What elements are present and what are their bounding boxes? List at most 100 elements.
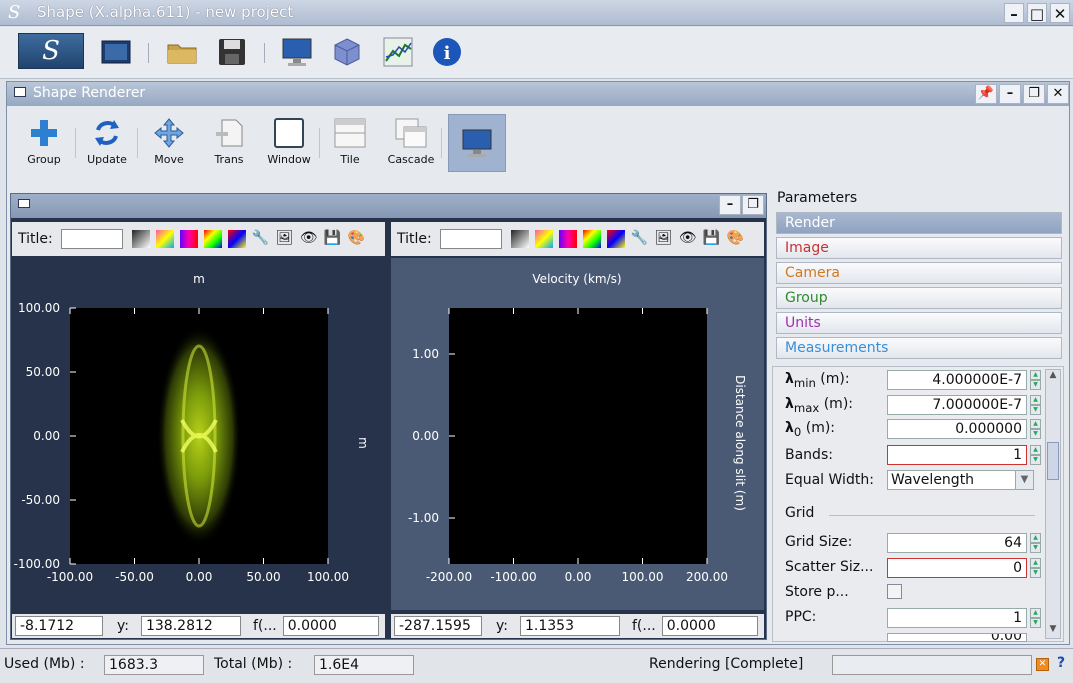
lambda-0-spinner[interactable]: ▲ ▼	[1030, 419, 1041, 439]
left-title-input[interactable]	[60, 229, 123, 249]
bands-spinner[interactable]: ▲ ▼	[1030, 445, 1041, 465]
store-checkbox[interactable]	[887, 584, 902, 599]
renderer-icon[interactable]	[99, 35, 133, 69]
partial-field[interactable]: 0.00	[887, 633, 1027, 642]
save-icon[interactable]: 💾	[703, 230, 721, 248]
paint-palette-icon[interactable]: 🎨	[348, 230, 366, 248]
window-button[interactable]: Window	[264, 116, 314, 166]
save-icon[interactable]	[215, 35, 249, 69]
lambda-max-field[interactable]: 7.000000E-7	[887, 395, 1027, 415]
pin-button[interactable]: 📌	[975, 84, 997, 104]
section-group[interactable]: Group	[776, 287, 1062, 309]
lambda-0-field[interactable]: 0.000000	[887, 419, 1027, 439]
renderer-restore-button[interactable]: ❐	[1023, 84, 1045, 104]
save-icon[interactable]: 💾	[324, 230, 342, 248]
rainbow-palette-icon[interactable]	[203, 230, 222, 248]
trans-button[interactable]: Trans	[204, 116, 254, 166]
move-button[interactable]: Move	[144, 116, 194, 166]
spectrum-palette-icon[interactable]	[227, 230, 246, 248]
scroll-down-icon[interactable]: ▼	[1046, 624, 1060, 638]
params-scrollbar[interactable]: ▲ ▼	[1045, 369, 1061, 639]
wrench-icon[interactable]: 🔧	[631, 230, 649, 248]
section-camera[interactable]: Camera	[776, 262, 1062, 284]
parameters-panel: Parameters λmin (m): 4.000000E-7 ▲ ▼ λmax…	[772, 190, 1068, 642]
help-icon[interactable]: ?	[1057, 655, 1065, 671]
grayscale-palette-icon[interactable]	[131, 230, 150, 248]
view-minimize-button[interactable]: –	[719, 195, 741, 215]
right-title-input[interactable]	[439, 229, 502, 249]
update-label: Update	[87, 153, 127, 166]
lambda-max-spinner[interactable]: ▲ ▼	[1030, 395, 1041, 415]
main-toolbar: S i	[0, 27, 1073, 79]
paint-palette-icon[interactable]: 🎨	[727, 230, 745, 248]
magenta-palette-icon[interactable]	[179, 230, 198, 248]
close-button[interactable]: ✕	[1050, 3, 1070, 23]
monitor-icon[interactable]	[280, 35, 314, 69]
spectrum-palette-icon[interactable]	[606, 230, 625, 248]
bands-field[interactable]: 1	[887, 445, 1027, 465]
rainbow-palette-icon[interactable]	[582, 230, 601, 248]
magenta-palette-icon[interactable]	[558, 230, 577, 248]
renderer-close-button[interactable]: ✕	[1047, 84, 1069, 104]
left-plot[interactable]: m -100.00 -50.00 0.00 50.00 100.00 100.00 50.…	[12, 258, 385, 610]
eye-icon[interactable]: 👁	[300, 230, 318, 248]
left-y-label: y:	[117, 618, 129, 634]
window-title: Shape (X.alpha.611) - new project	[37, 3, 294, 21]
section-measurements[interactable]: Measurements	[776, 337, 1062, 359]
x-tick-label: 100.00	[307, 570, 349, 584]
ppc-label: PPC:	[785, 609, 817, 625]
tile-button[interactable]: Tile	[325, 116, 375, 166]
view-restore-button[interactable]: ❐	[742, 195, 764, 215]
section-units[interactable]: Units	[776, 312, 1062, 334]
renderer-minimize-button[interactable]: –	[999, 84, 1021, 104]
chevron-down-icon: ▼	[1015, 471, 1033, 489]
image-icon[interactable]: 🖼	[655, 230, 673, 248]
cube-icon[interactable]	[330, 35, 364, 69]
left-panel-toolbar: Title: 🔧 🖼 👁 💾 🎨	[12, 222, 385, 256]
store-label: Store p...	[785, 584, 849, 600]
scatter-size-spinner[interactable]: ▲ ▼	[1030, 558, 1041, 578]
toolbar-separator	[148, 43, 149, 63]
right-y-label: y:	[496, 618, 508, 634]
cascade-button[interactable]: Cascade	[386, 116, 436, 166]
scroll-thumb[interactable]	[1047, 442, 1059, 480]
wrench-icon[interactable]: 🔧	[252, 230, 270, 248]
lambda-max-label: λmax (m):	[785, 396, 853, 415]
info-icon[interactable]: i	[430, 35, 464, 69]
pastel-palette-icon[interactable]	[155, 230, 174, 248]
status-bar: Used (Mb) : 1683.3 Total (Mb) : 1.6E4 Re…	[0, 648, 1073, 683]
display-toggle-button[interactable]	[448, 114, 506, 172]
shape-logo-icon[interactable]: S	[18, 33, 84, 69]
minimize-button[interactable]: –	[1004, 3, 1024, 23]
ppc-spinner[interactable]: ▲ ▼	[1030, 608, 1041, 628]
maximize-button[interactable]: □	[1027, 3, 1047, 23]
stop-render-icon[interactable]: ✕	[1036, 658, 1049, 671]
equal-width-select[interactable]: Wavelength ▼	[887, 470, 1034, 490]
lambda-min-field[interactable]: 4.000000E-7	[887, 370, 1027, 390]
lambda-min-label: λmin (m):	[785, 371, 850, 390]
lambda-min-spinner[interactable]: ▲ ▼	[1030, 370, 1041, 390]
section-render[interactable]: Render	[776, 212, 1062, 234]
right-x-coord: -287.1595	[394, 616, 482, 636]
y-tick-label: 1.00	[412, 347, 439, 361]
grid-size-field[interactable]: 64	[887, 533, 1027, 553]
ppc-field[interactable]: 1	[887, 608, 1027, 628]
scroll-up-icon[interactable]: ▲	[1046, 370, 1060, 384]
right-plot[interactable]: Velocity (km/s) -200.00 -100.00 0.00 100.00…	[391, 258, 764, 610]
section-image[interactable]: Image	[776, 237, 1062, 259]
pastel-palette-icon[interactable]	[534, 230, 553, 248]
grayscale-palette-icon[interactable]	[510, 230, 529, 248]
grid-size-spinner[interactable]: ▲ ▼	[1030, 533, 1041, 553]
tile-icon	[333, 116, 367, 150]
parameters-header: Parameters	[777, 190, 858, 206]
eye-icon[interactable]: 👁	[679, 230, 697, 248]
title-label: Title:	[397, 231, 432, 247]
open-folder-icon[interactable]	[165, 35, 199, 69]
left-plot-title: m	[193, 272, 205, 286]
right-y-coord: 1.1353	[519, 616, 620, 636]
update-button[interactable]: Update	[82, 116, 132, 166]
image-icon[interactable]: 🖼	[276, 230, 294, 248]
graph-icon[interactable]	[381, 35, 415, 69]
scatter-size-field[interactable]: 0	[887, 558, 1027, 578]
group-button[interactable]: Group	[19, 116, 69, 166]
